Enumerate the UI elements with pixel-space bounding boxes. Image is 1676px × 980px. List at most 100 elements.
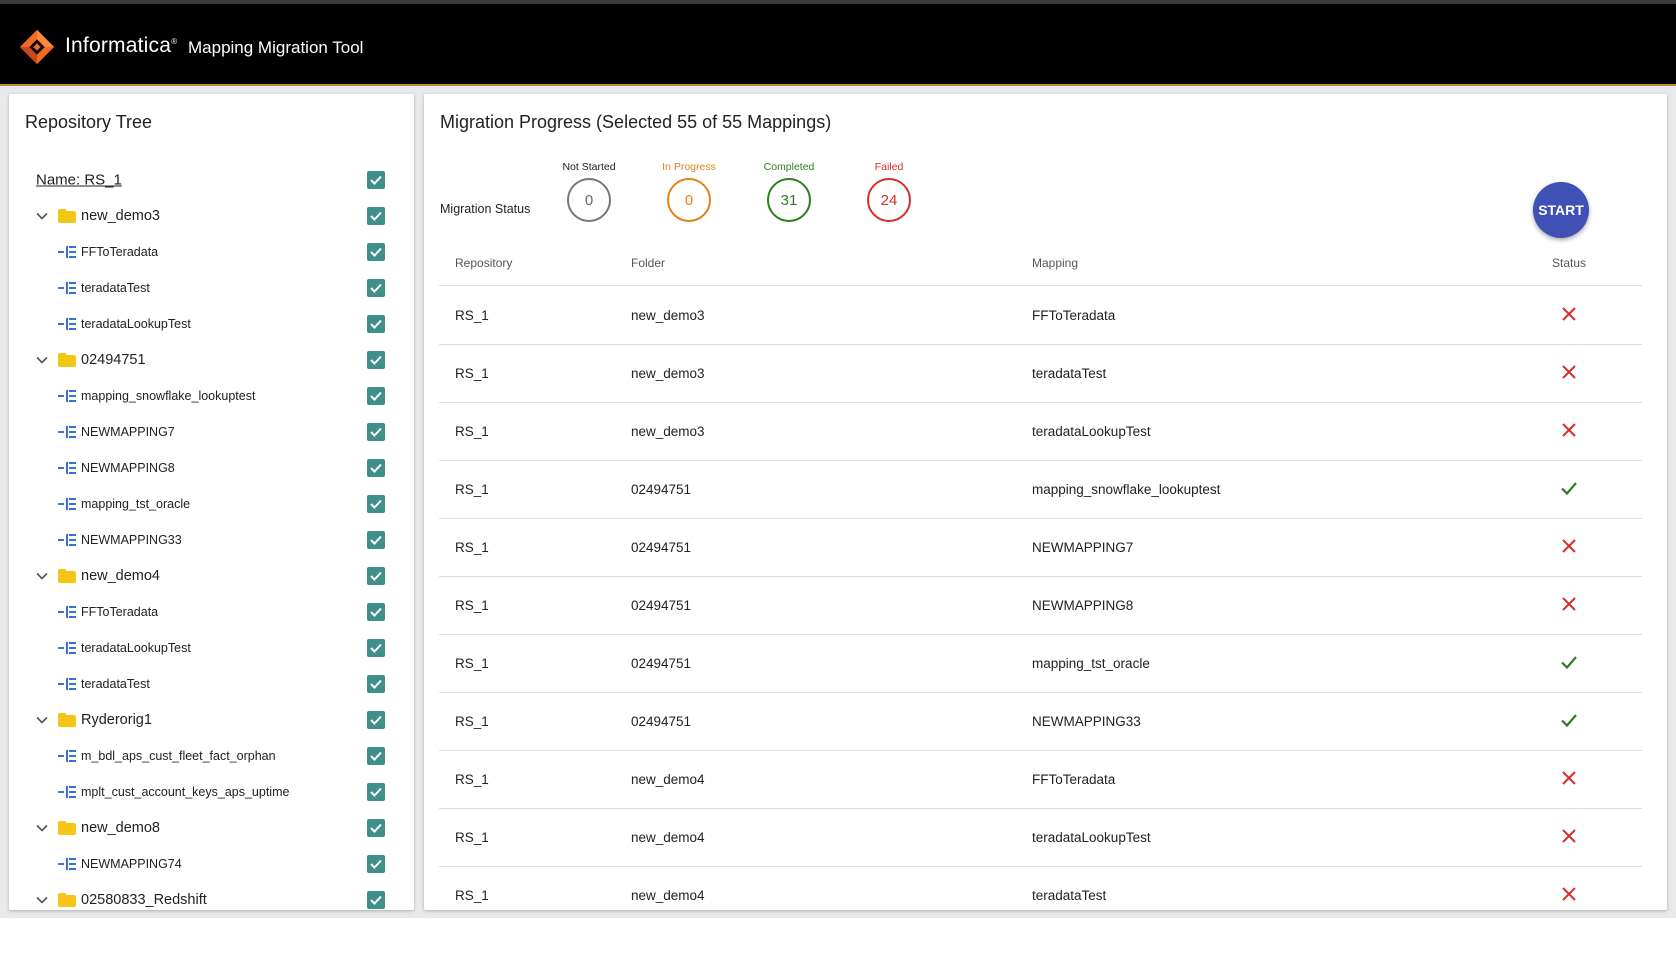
tree-mapping-checkbox[interactable] [367, 855, 385, 873]
tree-mapping[interactable]: mapping_tst_oracle [9, 486, 414, 522]
start-button[interactable]: START [1533, 182, 1589, 238]
tree-folder[interactable]: new_demo4 [9, 558, 414, 594]
tree-folder-checkbox[interactable] [367, 567, 385, 585]
tree-folder-checkbox[interactable] [367, 711, 385, 729]
column-header-repository[interactable]: Repository [455, 256, 512, 270]
chevron-down-icon[interactable] [35, 713, 49, 727]
close-status-icon [1562, 887, 1576, 901]
tree-root-label: Name: RS_1 [36, 171, 122, 189]
table-row[interactable]: RS_1 02494751 NEWMAPPING33 [439, 693, 1642, 751]
cell-mapping: mapping_snowflake_lookuptest [1032, 482, 1221, 497]
tree-mapping[interactable]: teradataTest [9, 270, 414, 306]
tree-root[interactable]: Name: RS_1 [9, 162, 414, 198]
tree-mapping-checkbox[interactable] [367, 459, 385, 477]
table-row[interactable]: RS_1 02494751 mapping_snowflake_lookuptest [439, 461, 1642, 519]
tree-mapping-checkbox[interactable] [367, 531, 385, 549]
tree-mapping[interactable]: FFToTeradata [9, 594, 414, 630]
tree-mapping-checkbox[interactable] [367, 783, 385, 801]
cell-repository: RS_1 [455, 830, 489, 845]
check-icon [370, 823, 382, 833]
check-icon [370, 463, 382, 473]
tree-mapping-checkbox[interactable] [367, 747, 385, 765]
cell-repository: RS_1 [455, 366, 489, 381]
tree-mapping-checkbox[interactable] [367, 639, 385, 657]
column-header-folder[interactable]: Folder [631, 256, 665, 270]
table-row[interactable]: RS_1 new_demo4 FFToTeradata [439, 751, 1642, 809]
table-row[interactable]: RS_1 new_demo4 teradataLookupTest [439, 809, 1642, 867]
tree-mapping[interactable]: NEWMAPPING33 [9, 522, 414, 558]
tree-mapping[interactable]: mplt_cust_account_keys_aps_uptime [9, 774, 414, 810]
app-header: Informatica® Mapping Migration Tool [0, 0, 1676, 86]
column-header-mapping[interactable]: Mapping [1032, 256, 1078, 270]
cell-repository: RS_1 [455, 598, 489, 613]
tree-folder-label: 02580833_Redshift [81, 892, 207, 908]
tree-mapping-checkbox[interactable] [367, 279, 385, 297]
tree-mapping-checkbox[interactable] [367, 423, 385, 441]
check-icon [370, 607, 382, 617]
tree-mapping[interactable]: teradataLookupTest [9, 306, 414, 342]
folder-icon [58, 821, 76, 835]
check-icon [370, 859, 382, 869]
chevron-down-icon[interactable] [35, 353, 49, 367]
table-row[interactable]: RS_1 new_demo3 teradataTest [439, 345, 1642, 403]
table-row[interactable]: RS_1 new_demo4 teradataTest [439, 867, 1642, 910]
check-icon [370, 211, 382, 221]
tree-folder[interactable]: new_demo8 [9, 810, 414, 846]
tree-mapping-checkbox[interactable] [367, 243, 385, 261]
table-row[interactable]: RS_1 02494751 NEWMAPPING8 [439, 577, 1642, 635]
tree-mapping-label: teradataLookupTest [81, 317, 191, 331]
stat-failed-count: 24 [867, 178, 911, 222]
tree-folder-checkbox[interactable] [367, 819, 385, 837]
table-row[interactable]: RS_1 02494751 mapping_tst_oracle [439, 635, 1642, 693]
chevron-down-icon[interactable] [35, 569, 49, 583]
chevron-down-icon[interactable] [35, 209, 49, 223]
stat-in-progress: In Progress 0 [644, 160, 734, 222]
tree-mapping[interactable]: FFToTeradata [9, 234, 414, 270]
tree-folder-checkbox[interactable] [367, 207, 385, 225]
table-row[interactable]: RS_1 02494751 NEWMAPPING7 [439, 519, 1642, 577]
tree-mapping[interactable]: mapping_snowflake_lookuptest [9, 378, 414, 414]
stat-completed-label: Completed [763, 161, 815, 173]
tree-root-checkbox[interactable] [367, 171, 385, 189]
tree-mapping-checkbox[interactable] [367, 675, 385, 693]
check-status-icon [1561, 714, 1577, 728]
cell-folder: new_demo3 [631, 424, 705, 439]
check-icon [370, 571, 382, 581]
cell-mapping: NEWMAPPING7 [1032, 540, 1134, 555]
check-icon [370, 499, 382, 509]
tree-mapping-checkbox[interactable] [367, 603, 385, 621]
tree-folder-checkbox[interactable] [367, 351, 385, 369]
tree-mapping-label: FFToTeradata [81, 245, 159, 259]
tree-mapping-checkbox[interactable] [367, 495, 385, 513]
tree-folder-label: new_demo8 [81, 820, 160, 836]
tree-mapping[interactable]: teradataTest [9, 666, 414, 702]
tree-mapping[interactable]: NEWMAPPING7 [9, 414, 414, 450]
tree-mapping-checkbox[interactable] [367, 387, 385, 405]
migration-status-label: Migration Status [440, 202, 531, 216]
chevron-down-icon[interactable] [35, 893, 49, 907]
table-row[interactable]: RS_1 new_demo3 FFToTeradata [439, 287, 1642, 345]
table-row[interactable]: RS_1 new_demo3 teradataLookupTest [439, 403, 1642, 461]
tree-folder[interactable]: 02494751 [9, 342, 414, 378]
stat-completed-count: 31 [767, 178, 811, 222]
check-status-icon [1561, 482, 1577, 496]
chevron-down-icon[interactable] [35, 821, 49, 835]
tree-mapping[interactable]: NEWMAPPING8 [9, 450, 414, 486]
close-status-icon [1562, 307, 1576, 321]
check-icon [370, 391, 382, 401]
tree-folder[interactable]: new_demo3 [9, 198, 414, 234]
mapping-icon [58, 246, 76, 258]
tree-folder-checkbox[interactable] [367, 891, 385, 909]
stat-failed-label: Failed [874, 161, 904, 173]
tree-folder[interactable]: Ryderorig1 [9, 702, 414, 738]
tree-mapping[interactable]: teradataLookupTest [9, 630, 414, 666]
tree-mapping-checkbox[interactable] [367, 315, 385, 333]
tree-mapping[interactable]: m_bdl_aps_cust_fleet_fact_orphan [9, 738, 414, 774]
tree-mapping[interactable]: NEWMAPPING74 [9, 846, 414, 882]
cell-folder: 02494751 [631, 482, 692, 497]
mapping-icon [58, 390, 76, 402]
stat-in-progress-count: 0 [667, 178, 711, 222]
tree-folder[interactable]: 02580833_Redshift [9, 882, 414, 910]
cell-folder: new_demo4 [631, 830, 705, 845]
column-header-status[interactable]: Status [1552, 256, 1586, 270]
